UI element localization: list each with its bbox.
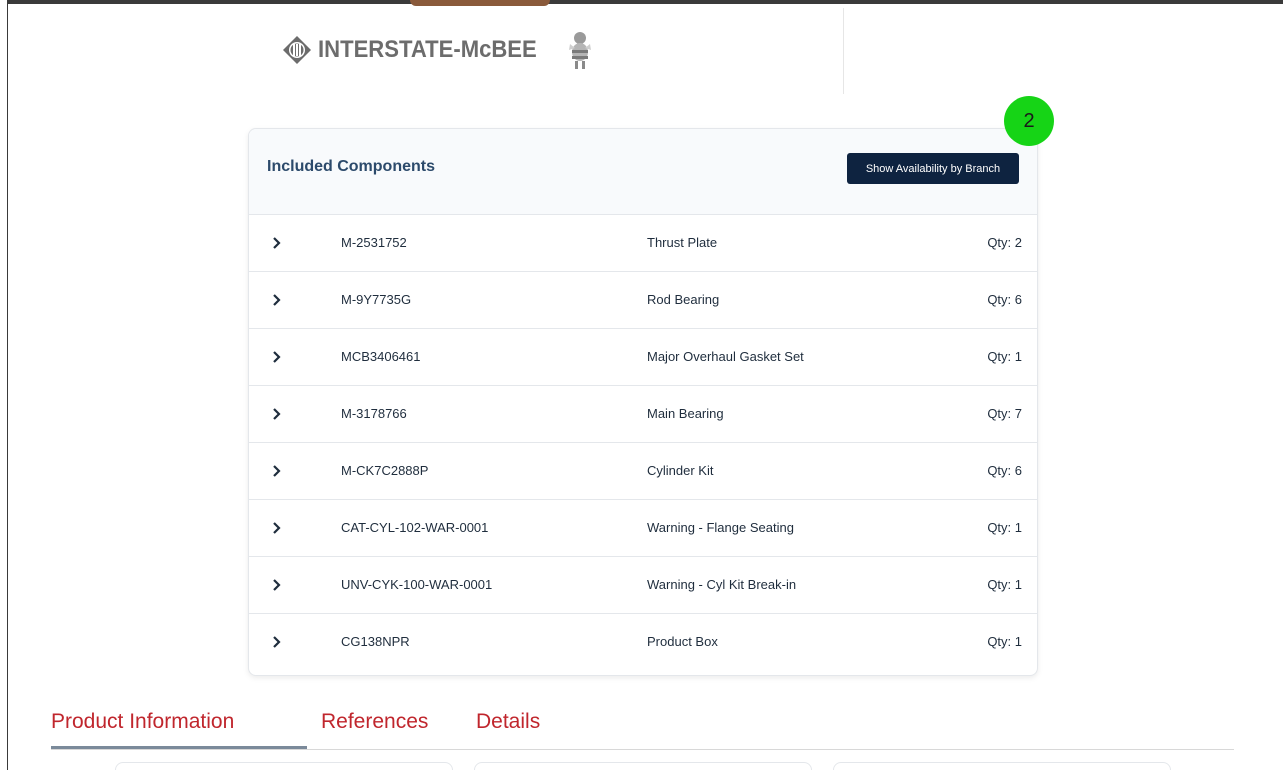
component-description: Thrust Plate <box>647 235 718 250</box>
component-description: Product Box <box>647 634 718 649</box>
component-row[interactable]: MCB3406461 Major Overhaul Gasket Set Qty… <box>249 329 1037 386</box>
component-quantity: Qty: 6 <box>987 292 1022 307</box>
component-row[interactable]: M-3178766 Main Bearing Qty: 7 <box>249 386 1037 443</box>
active-tab-indicator <box>51 746 307 749</box>
component-row[interactable]: CG138NPR Product Box Qty: 1 <box>249 614 1037 671</box>
tab-details[interactable]: Details <box>476 710 540 734</box>
tab-product-information[interactable]: Product Information <box>51 710 234 734</box>
show-availability-by-branch-button[interactable]: Show Availability by Branch <box>847 153 1019 184</box>
info-panel <box>115 762 453 770</box>
component-part-number: MCB3406461 <box>341 349 421 364</box>
component-description: Warning - Flange Seating <box>647 520 794 535</box>
info-panel <box>474 762 812 770</box>
component-quantity: Qty: 1 <box>987 634 1022 649</box>
component-row[interactable]: M-CK7C2888P Cylinder Kit Qty: 6 <box>249 443 1037 500</box>
product-image-edge <box>410 0 550 6</box>
component-quantity: Qty: 2 <box>987 235 1022 250</box>
chevron-right-icon[interactable] <box>271 520 283 536</box>
info-panel <box>833 762 1171 770</box>
component-part-number: CG138NPR <box>341 634 410 649</box>
component-description: Warning - Cyl Kit Break-in <box>647 577 797 592</box>
component-row[interactable]: CAT-CYL-102-WAR-0001 Warning - Flange Se… <box>249 500 1037 557</box>
chevron-right-icon[interactable] <box>271 463 283 479</box>
component-part-number: UNV-CYK-100-WAR-0001 <box>341 577 493 592</box>
mcbee-mascot-icon <box>568 32 591 69</box>
component-quantity: Qty: 1 <box>987 520 1022 535</box>
component-row[interactable]: M-2531752 Thrust Plate Qty: 2 <box>249 215 1037 272</box>
chevron-right-icon[interactable] <box>271 577 283 593</box>
component-quantity: Qty: 6 <box>987 463 1022 478</box>
brand-logo: INTERSTATE-McBEE <box>282 25 594 75</box>
chevron-right-icon[interactable] <box>271 349 283 365</box>
component-quantity: Qty: 7 <box>987 406 1022 421</box>
window-left-border <box>7 0 8 770</box>
chevron-right-icon[interactable] <box>271 292 283 308</box>
tab-references[interactable]: References <box>321 710 428 734</box>
components-list: M-2531752 Thrust Plate Qty: 2 M-9Y7735G … <box>249 215 1037 671</box>
product-tabs: Product Information References Details <box>51 700 1234 750</box>
chevron-right-icon[interactable] <box>271 634 283 650</box>
step-number-badge: 2 <box>1004 96 1054 146</box>
card-header: Included Components Show Availability by… <box>249 129 1037 215</box>
header-divider <box>843 8 844 94</box>
component-part-number: CAT-CYL-102-WAR-0001 <box>341 520 489 535</box>
component-part-number: M-3178766 <box>341 406 407 421</box>
component-row[interactable]: UNV-CYK-100-WAR-0001 Warning - Cyl Kit B… <box>249 557 1037 614</box>
component-quantity: Qty: 1 <box>987 349 1022 364</box>
chevron-right-icon[interactable] <box>271 235 283 251</box>
chevron-right-icon[interactable] <box>271 406 283 422</box>
component-part-number: M-9Y7735G <box>341 292 412 307</box>
component-description: Rod Bearing <box>647 292 720 307</box>
component-row[interactable]: M-9Y7735G Rod Bearing Qty: 6 <box>249 272 1037 329</box>
included-components-card: Included Components Show Availability by… <box>248 128 1038 676</box>
window-top-border <box>7 0 1283 4</box>
component-description: Major Overhaul Gasket Set <box>647 349 804 364</box>
component-description: Cylinder Kit <box>647 463 714 478</box>
logo-text: INTERSTATE-McBEE <box>318 36 537 63</box>
component-description: Main Bearing <box>647 406 724 421</box>
interstate-emblem-icon <box>283 36 311 64</box>
component-quantity: Qty: 1 <box>987 577 1022 592</box>
component-part-number: M-2531752 <box>341 235 407 250</box>
component-part-number: M-CK7C2888P <box>341 463 429 478</box>
card-title: Included Components <box>267 158 435 175</box>
